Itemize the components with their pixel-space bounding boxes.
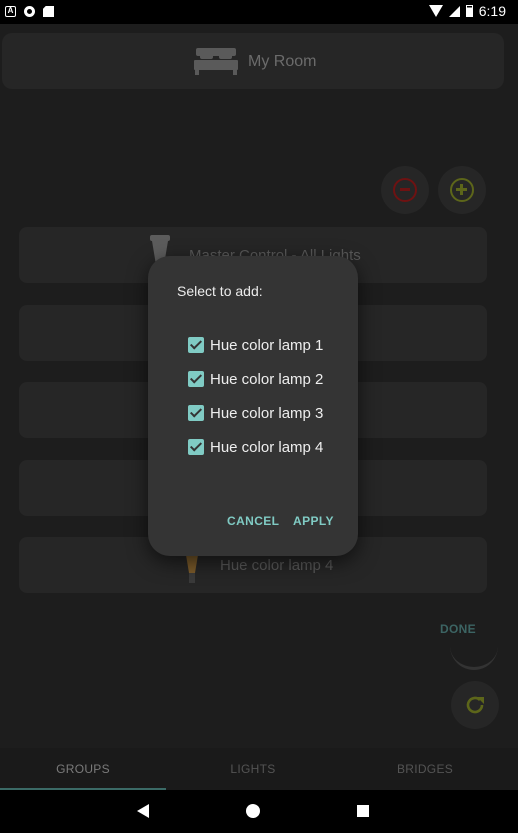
sd-card-icon [43, 6, 54, 17]
status-time: 6:19 [478, 3, 506, 19]
a-notification-icon: A [5, 6, 16, 17]
alarm-button[interactable] [381, 166, 429, 214]
bed-icon [194, 48, 238, 75]
tab-bridges[interactable]: BRIDGES [342, 748, 508, 790]
circle-notification-icon [24, 6, 35, 17]
status-bar: A 6:19 [0, 0, 518, 24]
cancel-button[interactable]: CANCEL [227, 514, 279, 528]
select-lights-dialog: Select to add: Hue color lamp 1 Hue colo… [148, 256, 358, 556]
done-fab-edge [450, 636, 498, 670]
add-circle-icon [450, 178, 474, 202]
wifi-icon [428, 5, 443, 17]
home-icon[interactable] [246, 804, 260, 818]
checkbox-checked-icon[interactable] [188, 439, 204, 455]
option-label: Hue color lamp 4 [210, 438, 324, 456]
checkbox-checked-icon[interactable] [188, 371, 204, 387]
refresh-icon [466, 696, 484, 714]
refresh-button[interactable] [451, 681, 499, 729]
option-hue-color-lamp-1[interactable]: Hue color lamp 1 [188, 334, 323, 356]
navigation-bar [0, 790, 518, 833]
done-button[interactable]: DONE [440, 622, 476, 636]
tab-lights[interactable]: LIGHTS [170, 748, 336, 790]
option-hue-color-lamp-3[interactable]: Hue color lamp 3 [188, 402, 323, 424]
signal-icon [448, 5, 460, 17]
battery-icon [465, 5, 473, 17]
option-label: Hue color lamp 1 [210, 336, 324, 354]
back-icon[interactable] [137, 804, 149, 818]
tab-groups[interactable]: GROUPS [0, 748, 166, 790]
dialog-title: Select to add: [177, 283, 263, 299]
option-hue-color-lamp-2[interactable]: Hue color lamp 2 [188, 368, 323, 390]
bottom-tabs: GROUPS LIGHTS BRIDGES [0, 748, 518, 790]
alarm-icon [393, 178, 417, 202]
apply-button[interactable]: APPLY [293, 514, 334, 528]
option-hue-color-lamp-4[interactable]: Hue color lamp 4 [188, 436, 323, 458]
add-group-button[interactable] [438, 166, 486, 214]
option-label: Hue color lamp 3 [210, 404, 324, 422]
group-label: Hue color lamp 4 [220, 557, 334, 574]
room-name: My Room [248, 53, 317, 70]
room-header[interactable]: My Room [2, 33, 504, 89]
checkbox-checked-icon[interactable] [188, 405, 204, 421]
option-label: Hue color lamp 2 [210, 370, 324, 388]
checkbox-checked-icon[interactable] [188, 337, 204, 353]
recents-icon[interactable] [357, 805, 369, 817]
